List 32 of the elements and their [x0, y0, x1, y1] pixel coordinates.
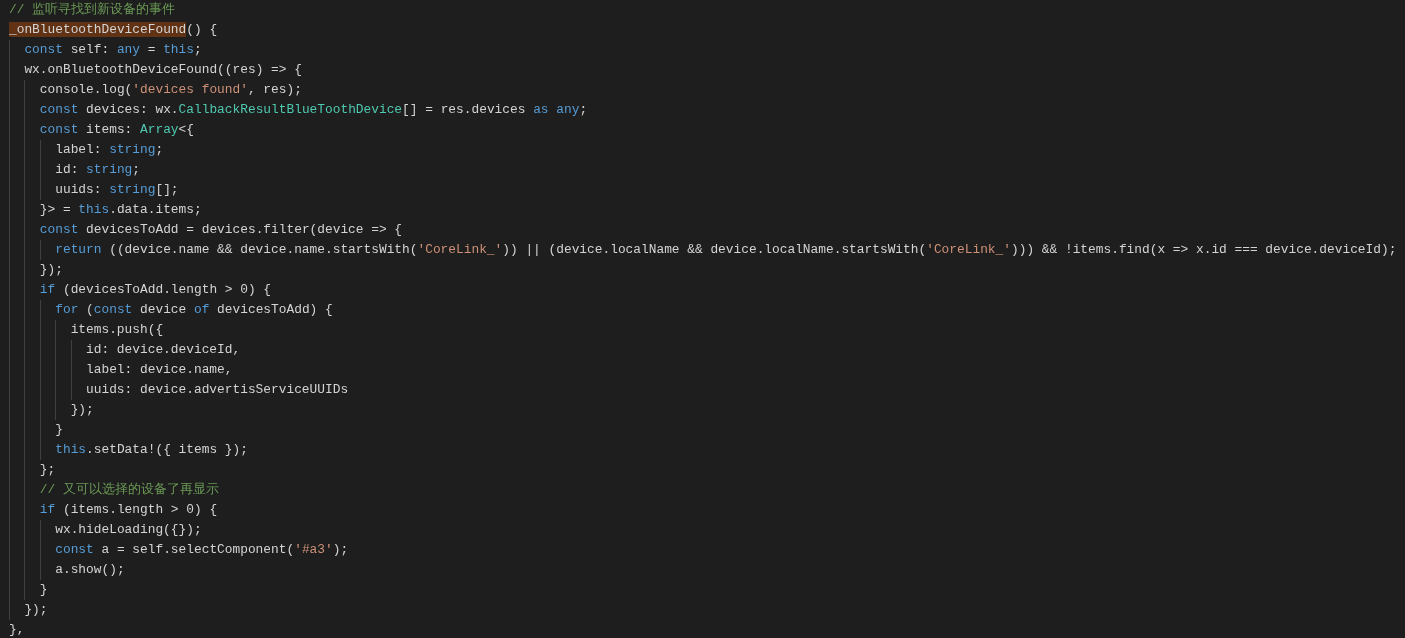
code-line: });: [70, 401, 94, 419]
code-line: const items: Array<{: [39, 121, 194, 139]
code-comment: // 监听寻找到新设备的事件: [9, 1, 176, 19]
code-line: uuids: string[];: [55, 181, 179, 199]
code-line: }: [39, 581, 48, 599]
code-line: if (items.length > 0) {: [39, 501, 218, 519]
code-line: id: string;: [55, 161, 141, 179]
code-line: id: device.deviceId,: [86, 341, 241, 359]
code-line: const self: any = this;: [24, 41, 202, 59]
code-line: console.log('devices found', res);: [39, 81, 302, 99]
code-line: return ((device.name && device.name.startsWith('CoreLink_')) || (device.localName && device.localName.startsWith('CoreLink_'))) && !items.find(x => x.id === device.deviceId);: [55, 241, 1397, 259]
code-line: const devicesToAdd = devices.filter(device => {: [39, 221, 403, 239]
code-line: });: [24, 601, 48, 619]
code-line: if (devicesToAdd.length > 0) {: [39, 281, 272, 299]
code-line: label: string;: [55, 141, 164, 159]
code-line: }> = this.data.items;: [39, 201, 202, 219]
code-line: items.push({: [70, 321, 164, 339]
code-line: label: device.name,: [86, 361, 233, 379]
code-line: wx.onBluetoothDeviceFound((res) => {: [24, 61, 302, 79]
code-line: a.show();: [55, 561, 125, 579]
code-line: uuids: device.advertisServiceUUIDs: [86, 381, 349, 399]
code-line: },: [9, 621, 25, 638]
code-line: });: [39, 261, 63, 279]
code-line: };: [39, 461, 56, 479]
code-comment: // 又可以选择的设备了再显示: [39, 481, 219, 499]
code-line: wx.hideLoading({});: [55, 521, 202, 539]
code-line: _onBluetoothDeviceFound() {: [9, 21, 218, 39]
code-line: const a = self.selectComponent('#a3');: [55, 541, 349, 559]
code-line: }: [55, 421, 63, 439]
code-line: this.setData!({ items });: [55, 441, 248, 459]
code-line: for (const device of devicesToAdd) {: [55, 301, 333, 319]
code-line: const devices: wx.CallbackResultBlueToothDevice[] = res.devices as any;: [39, 101, 588, 119]
